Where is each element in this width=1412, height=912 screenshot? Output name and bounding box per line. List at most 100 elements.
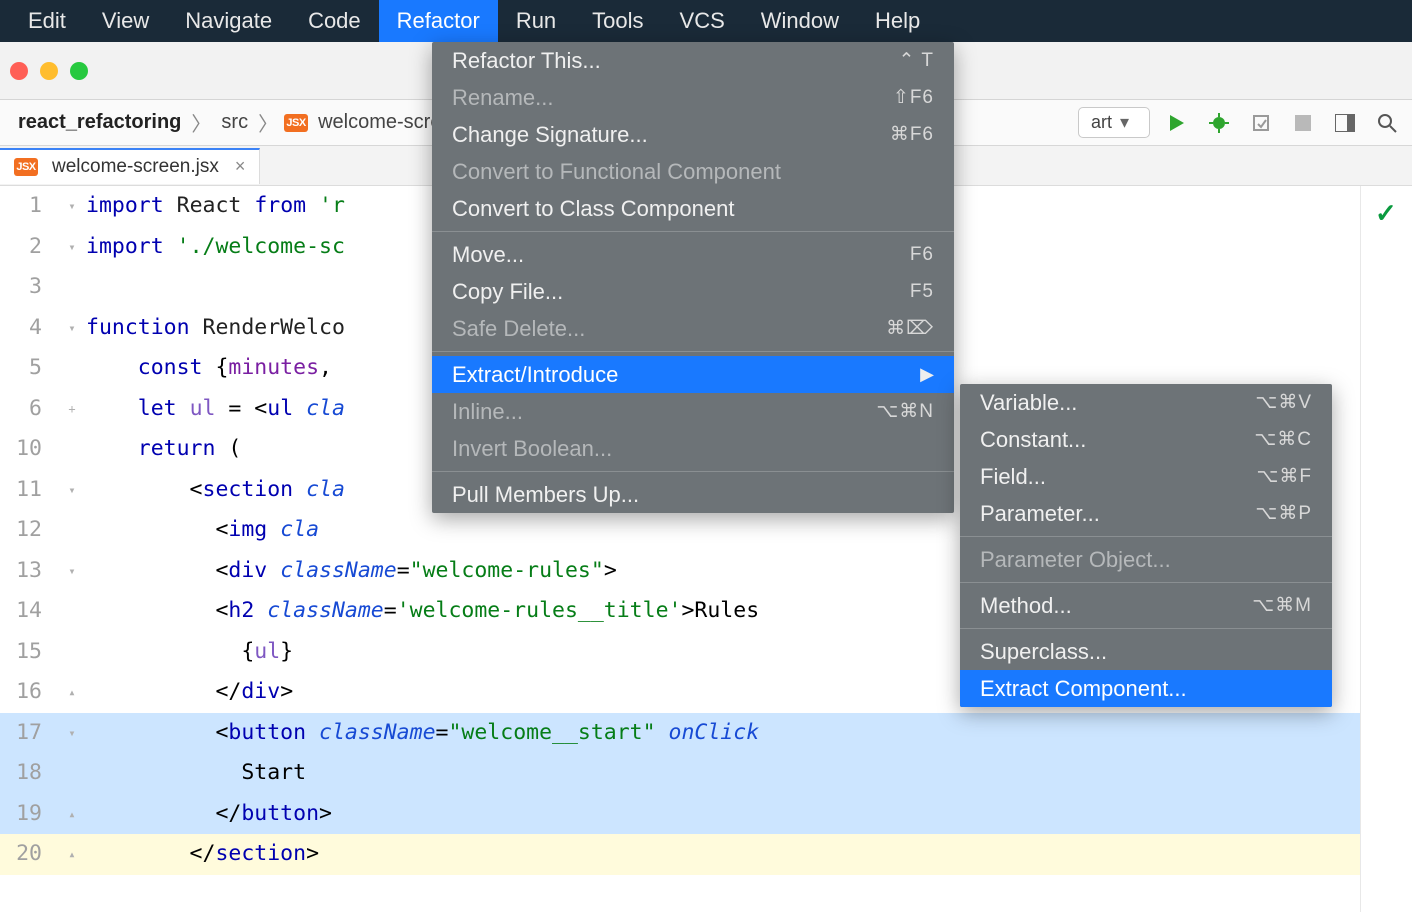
menu-item-label: Parameter Object...	[980, 547, 1171, 573]
fold-icon[interactable]: ▾	[58, 713, 86, 754]
menu-item-label: Parameter...	[980, 501, 1100, 527]
close-window-icon[interactable]	[10, 62, 28, 80]
menu-view[interactable]: View	[84, 0, 167, 42]
menu-item-copy-file[interactable]: Copy File...F5	[432, 273, 954, 310]
code-line[interactable]: 18 Start	[0, 753, 1412, 794]
traffic-lights	[10, 62, 88, 80]
fold-icon[interactable]: +	[58, 389, 86, 430]
code-content: <button className="welcome__start" onCli…	[86, 713, 759, 754]
zoom-window-icon[interactable]	[70, 62, 88, 80]
line-number: 4	[0, 308, 58, 349]
chevron-down-icon: ▾	[1120, 112, 1129, 133]
code-content: const {minutes,	[86, 348, 332, 389]
menu-run[interactable]: Run	[498, 0, 574, 42]
search-icon[interactable]	[1376, 112, 1398, 134]
breadcrumb-folder[interactable]: src	[217, 111, 252, 134]
menu-item-label: Field...	[980, 464, 1046, 490]
menu-shortcut: ⌥⌘C	[1254, 428, 1312, 451]
menu-edit[interactable]: Edit	[10, 0, 84, 42]
close-tab-icon[interactable]: ×	[235, 156, 246, 177]
fold-icon[interactable]: ▴	[58, 794, 86, 835]
stop-icon[interactable]	[1292, 112, 1314, 134]
fold-icon[interactable]: ▾	[58, 308, 86, 349]
menu-item-extract-introduce[interactable]: Extract/Introduce▶	[432, 356, 954, 393]
menu-item-label: Superclass...	[980, 639, 1107, 665]
menu-item-parameter[interactable]: Parameter...⌥⌘P	[960, 495, 1332, 532]
code-line[interactable]: 17▾ <button className="welcome__start" o…	[0, 713, 1412, 754]
menu-item-method[interactable]: Method...⌥⌘M	[960, 587, 1332, 624]
code-content: <section cla	[86, 470, 345, 511]
editor-gutter-right: ✓	[1360, 186, 1412, 912]
menu-navigate[interactable]: Navigate	[167, 0, 290, 42]
fold-icon[interactable]: ▴	[58, 672, 86, 713]
code-line[interactable]: 20▴ </section>	[0, 834, 1412, 875]
line-number: 18	[0, 753, 58, 794]
menu-item-label: Change Signature...	[452, 122, 648, 148]
code-content: function RenderWelco	[86, 308, 345, 349]
menu-item-extract-component[interactable]: Extract Component...	[960, 670, 1332, 707]
extract-introduce-submenu[interactable]: Variable...⌥⌘VConstant...⌥⌘CField...⌥⌘FP…	[960, 384, 1332, 707]
breadcrumb-separator: 〉	[191, 108, 211, 137]
menu-item-safe-delete: Safe Delete...⌘⌦	[432, 310, 954, 347]
fold-icon[interactable]: ▾	[58, 470, 86, 511]
code-content: <h2 className='welcome-rules__title'>Rul…	[86, 591, 759, 632]
line-number: 1	[0, 186, 58, 227]
menubar: EditViewNavigateCodeRefactorRunToolsVCSW…	[0, 0, 1412, 42]
menu-item-variable[interactable]: Variable...⌥⌘V	[960, 384, 1332, 421]
debug-icon[interactable]	[1208, 112, 1230, 134]
menu-item-label: Convert to Class Component	[452, 196, 734, 222]
menu-code[interactable]: Code	[290, 0, 379, 42]
menu-shortcut: F6	[910, 244, 934, 266]
menu-item-field[interactable]: Field...⌥⌘F	[960, 458, 1332, 495]
line-number: 13	[0, 551, 58, 592]
menu-vcs[interactable]: VCS	[662, 0, 743, 42]
menu-help[interactable]: Help	[857, 0, 938, 42]
code-content: import './welcome-sc	[86, 227, 345, 268]
menu-item-label: Copy File...	[452, 279, 563, 305]
fold-icon	[58, 753, 86, 794]
layout-icon[interactable]	[1334, 112, 1356, 134]
menu-tools[interactable]: Tools	[574, 0, 661, 42]
code-line[interactable]: 19▴ </button>	[0, 794, 1412, 835]
code-content: </button>	[86, 794, 332, 835]
menu-item-label: Rename...	[452, 85, 554, 111]
fold-icon	[58, 632, 86, 673]
inspection-ok-icon[interactable]: ✓	[1375, 198, 1397, 229]
code-content: <div className="welcome-rules">	[86, 551, 617, 592]
menu-item-constant[interactable]: Constant... ⌥⌘C	[960, 421, 1332, 458]
code-content: import React from 'r	[86, 186, 345, 227]
fold-icon[interactable]: ▾	[58, 186, 86, 227]
refactor-menu[interactable]: Refactor This...⌃ TRename...⇧F6Change Si…	[432, 42, 954, 513]
menu-shortcut: ⌃ T	[899, 49, 934, 72]
menu-item-inline: Inline...⌥⌘N	[432, 393, 954, 430]
fold-icon[interactable]: ▾	[58, 551, 86, 592]
menu-shortcut: ⌘F6	[890, 123, 934, 146]
line-number: 15	[0, 632, 58, 673]
menu-separator	[960, 582, 1332, 583]
menu-item-superclass[interactable]: Superclass...	[960, 633, 1332, 670]
breadcrumb-project[interactable]: react_refactoring	[14, 111, 185, 134]
menu-item-label: Inline...	[452, 399, 523, 425]
menu-item-label: Constant...	[980, 427, 1086, 453]
menu-item-refactor-this[interactable]: Refactor This...⌃ T	[432, 42, 954, 79]
run-configuration-label: art	[1091, 112, 1112, 133]
tab-welcome-screen[interactable]: JSX welcome-screen.jsx ×	[0, 148, 260, 184]
line-number: 16	[0, 672, 58, 713]
fold-icon	[58, 591, 86, 632]
line-number: 5	[0, 348, 58, 389]
minimize-window-icon[interactable]	[40, 62, 58, 80]
fold-icon[interactable]: ▾	[58, 227, 86, 268]
menu-item-pull-members-up[interactable]: Pull Members Up...	[432, 476, 954, 513]
menu-item-move[interactable]: Move...F6	[432, 236, 954, 273]
menu-refactor[interactable]: Refactor	[379, 0, 498, 42]
menu-item-rename: Rename...⇧F6	[432, 79, 954, 116]
menu-window[interactable]: Window	[743, 0, 857, 42]
coverage-icon[interactable]	[1250, 112, 1272, 134]
menu-item-label: Extract Component...	[980, 676, 1187, 702]
menu-item-convert-to-class-component[interactable]: Convert to Class Component	[432, 190, 954, 227]
run-configuration-selector[interactable]: art ▾	[1078, 107, 1150, 138]
menu-item-change-signature[interactable]: Change Signature... ⌘F6	[432, 116, 954, 153]
menu-item-label: Extract/Introduce	[452, 362, 618, 388]
run-icon[interactable]	[1166, 112, 1188, 134]
fold-icon[interactable]: ▴	[58, 834, 86, 875]
